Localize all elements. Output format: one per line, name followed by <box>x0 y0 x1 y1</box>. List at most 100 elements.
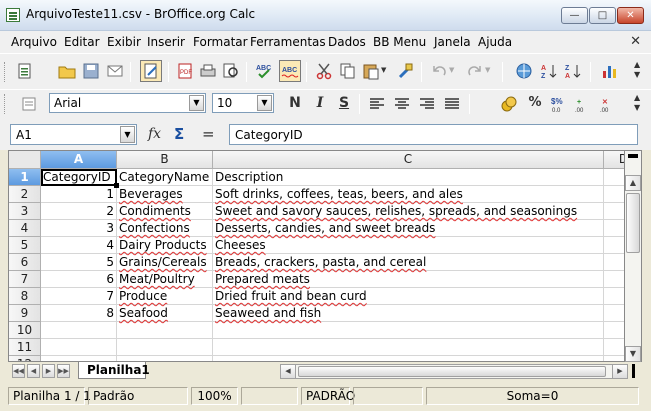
scroll-thumb[interactable] <box>626 193 640 253</box>
close-document-icon[interactable]: ✕ <box>630 34 641 49</box>
name-box[interactable]: A1 ▼ <box>10 124 137 145</box>
cell-a7[interactable]: 6 <box>41 271 117 288</box>
menu-exibir[interactable]: Exibir <box>107 35 141 49</box>
close-button[interactable]: ✕ <box>617 7 644 24</box>
split-handle[interactable] <box>632 364 635 378</box>
menu-bb-menu[interactable]: BB Menu <box>373 35 426 49</box>
cell-c9[interactable]: Seaweed and fish <box>213 305 604 322</box>
redo-dropdown-icon[interactable]: ▼ <box>485 66 493 76</box>
paste-dropdown-icon[interactable]: ▼ <box>381 66 389 76</box>
cell-b11[interactable] <box>117 339 213 356</box>
align-center-icon[interactable] <box>393 95 411 113</box>
menu-ferramentas[interactable]: Ferramentas <box>250 35 326 49</box>
autospellcheck-icon[interactable]: ABC <box>279 60 301 82</box>
maximize-button[interactable]: □ <box>589 7 616 24</box>
chevron-down-icon[interactable]: ▼ <box>120 126 135 143</box>
cell-c10[interactable] <box>213 322 604 339</box>
row-header[interactable]: 1 <box>9 169 41 186</box>
add-decimal-icon[interactable]: + .00 <box>575 95 593 113</box>
copy-icon[interactable] <box>339 62 357 80</box>
toolbar-overflow-icon[interactable]: ▲ ▼ <box>634 93 644 115</box>
cell-c1[interactable]: Description <box>213 169 604 186</box>
cell-c11[interactable] <box>213 339 604 356</box>
column-header-b[interactable]: B <box>117 151 213 169</box>
redo-icon[interactable] <box>466 62 484 80</box>
menu-arquivo[interactable]: Arquivo <box>11 35 57 49</box>
cell-b5[interactable]: Dairy Products <box>117 237 213 254</box>
cell-d8[interactable] <box>604 288 624 305</box>
column-header-c[interactable]: C <box>213 151 604 169</box>
italic-button[interactable]: I <box>311 94 329 112</box>
function-wizard-icon[interactable]: fx <box>148 126 161 142</box>
chart-icon[interactable] <box>600 62 618 80</box>
menu-dados[interactable]: Dados <box>328 35 366 49</box>
select-all-corner[interactable] <box>9 151 41 169</box>
paste-icon[interactable] <box>362 62 380 80</box>
row-header[interactable]: 6 <box>9 254 41 271</box>
toolbar-grip[interactable] <box>4 94 7 114</box>
cell-b2[interactable]: Beverages <box>117 186 213 203</box>
first-sheet-icon[interactable]: ◀◀ <box>12 364 25 378</box>
cell-b3[interactable]: Condiments <box>117 203 213 220</box>
vertical-scrollbar[interactable]: ▲ ▼ <box>625 150 642 362</box>
status-page-style[interactable]: Padrão <box>88 387 188 405</box>
scroll-right-icon[interactable]: ▶ <box>612 365 627 378</box>
cell-a2[interactable]: 1 <box>41 186 117 203</box>
save-icon[interactable] <box>82 62 100 80</box>
cell-c4[interactable]: Desserts, candies, and sweet breads <box>213 220 604 237</box>
font-name-combo[interactable]: Arial ▼ <box>49 93 206 113</box>
row-header[interactable]: 8 <box>9 288 41 305</box>
bold-button[interactable]: N <box>286 94 304 112</box>
cut-icon[interactable] <box>315 62 333 80</box>
cell-a4[interactable]: 3 <box>41 220 117 237</box>
sort-ascending-icon[interactable]: AZ <box>540 62 558 80</box>
cell-b6[interactable]: Grains/Cereals <box>117 254 213 271</box>
align-left-icon[interactable] <box>368 95 386 113</box>
prev-sheet-icon[interactable]: ◀ <box>27 364 40 378</box>
cell-a9[interactable]: 8 <box>41 305 117 322</box>
cell-d4[interactable] <box>604 220 624 237</box>
row-header[interactable]: 3 <box>9 203 41 220</box>
cell-c5[interactable]: Cheeses <box>213 237 604 254</box>
cell-b8[interactable]: Produce <box>117 288 213 305</box>
currency-format-icon[interactable] <box>500 95 518 113</box>
cell-a6[interactable]: 5 <box>41 254 117 271</box>
scroll-left-icon[interactable]: ◀ <box>281 365 296 378</box>
cell-a8[interactable]: 7 <box>41 288 117 305</box>
undo-icon[interactable] <box>430 62 448 80</box>
cell-d5[interactable] <box>604 237 624 254</box>
cell-c7[interactable]: Prepared meats <box>213 271 604 288</box>
next-sheet-icon[interactable]: ▶ <box>42 364 55 378</box>
new-document-icon[interactable] <box>16 62 34 80</box>
formula-input[interactable]: CategoryID <box>229 124 638 145</box>
cell-d7[interactable] <box>604 271 624 288</box>
cell-c2[interactable]: Soft drinks, coffees, teas, beers, and a… <box>213 186 604 203</box>
email-icon[interactable] <box>106 62 124 80</box>
row-header[interactable]: 4 <box>9 220 41 237</box>
row-header[interactable]: 11 <box>9 339 41 356</box>
spreadsheet-grid[interactable]: A B C D 1 2 3 4 5 6 7 8 9 10 11 12 Categ… <box>8 150 625 362</box>
menu-janela[interactable]: Janela <box>434 35 471 49</box>
column-header-a[interactable]: A <box>41 151 117 169</box>
row-header[interactable]: 10 <box>9 322 41 339</box>
chevron-down-icon[interactable]: ▼ <box>189 95 204 111</box>
function-icon[interactable]: = <box>202 125 215 143</box>
number-format-icon[interactable]: $% 0.0 <box>551 95 569 113</box>
open-folder-icon[interactable] <box>58 62 76 80</box>
print-preview-icon[interactable] <box>222 62 240 80</box>
split-handle[interactable] <box>628 154 638 158</box>
scroll-up-icon[interactable]: ▲ <box>625 175 641 191</box>
cell-d10[interactable] <box>604 322 624 339</box>
percent-format-button[interactable]: % <box>526 94 544 112</box>
cell-d6[interactable] <box>604 254 624 271</box>
minimize-button[interactable]: — <box>561 7 588 24</box>
menu-inserir[interactable]: Inserir <box>147 35 185 49</box>
scroll-down-icon[interactable]: ▼ <box>625 346 641 362</box>
print-icon[interactable] <box>199 62 217 80</box>
row-header[interactable]: 5 <box>9 237 41 254</box>
horizontal-scrollbar[interactable]: ◀ ▶ <box>280 364 628 379</box>
cell-c6[interactable]: Breads, crackers, pasta, and cereal <box>213 254 604 271</box>
menu-formatar[interactable]: Formatar <box>193 35 248 49</box>
underline-button[interactable]: S <box>335 94 353 112</box>
cell-b7[interactable]: Meat/Poultry <box>117 271 213 288</box>
